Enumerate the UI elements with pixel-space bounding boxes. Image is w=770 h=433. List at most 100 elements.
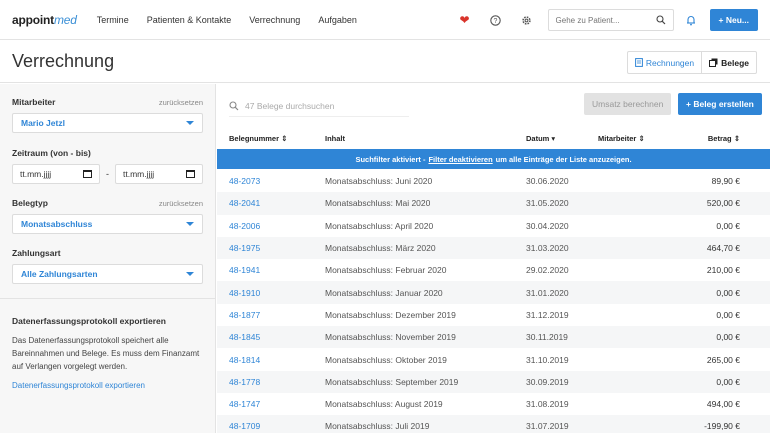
row-datum: 31.12.2019 [526, 309, 569, 320]
row-betrag: 0,00 € [716, 332, 740, 343]
belegnummer-link[interactable]: 48-1975 [229, 243, 260, 253]
calendar-icon[interactable] [186, 170, 195, 178]
chevron-down-icon [186, 121, 194, 125]
table-row[interactable]: 48-1975 Monatsabschluss: März 2020 31.03.2… [217, 236, 770, 260]
gear-icon[interactable] [516, 9, 538, 31]
heart-icon[interactable]: ❤ [454, 9, 476, 31]
divider [0, 298, 216, 299]
belegtyp-select[interactable]: Monatsabschluss [12, 214, 203, 234]
belegnummer-link[interactable]: 48-2073 [229, 176, 260, 186]
app-logo[interactable]: appointmed [12, 13, 77, 27]
mitarbeiter-label: Mitarbeiter [12, 97, 56, 107]
belegnummer-link[interactable]: 48-1709 [229, 421, 260, 431]
svg-text:?: ? [494, 18, 498, 25]
table-row[interactable]: 48-1709 Monatsabschluss: Juli 2019 31.07.2… [217, 415, 770, 433]
patient-search-input[interactable] [547, 9, 674, 31]
help-icon[interactable]: ? [485, 9, 507, 31]
search-icon [655, 15, 665, 25]
row-datum: 31.01.2020 [526, 287, 569, 298]
table-row[interactable]: 48-1845 Monatsabschluss: November 2019 30.… [217, 326, 770, 349]
row-inhalt: Monatsabschluss: Januar 2020 [325, 287, 443, 298]
date-to-input[interactable]: tt.mm.jjjj [115, 164, 203, 184]
nav-patienten-kontakte[interactable]: Patienten & Kontakte [147, 15, 232, 25]
calendar-icon[interactable] [83, 170, 92, 178]
table-row[interactable]: 48-1941 Monatsabschluss: Februar 2020 29.0… [217, 259, 770, 281]
patient-search-field[interactable] [555, 15, 636, 25]
table-row[interactable]: 48-1747 Monatsabschluss: August 2019 31.08… [217, 393, 770, 415]
col-mitarbeiter[interactable]: Mitarbeiter ⇕ [598, 134, 645, 143]
table-row[interactable]: 48-2041 Monatsabschluss: Mai 2020 31.05.20… [217, 192, 770, 215]
page-header: Verrechnung Rechnungen Belege [0, 41, 770, 83]
umsatz-berechnen-button[interactable]: Umsatz berechnen [584, 93, 672, 115]
beleg-erstellen-button[interactable]: + Beleg erstellen [678, 93, 762, 115]
mitarbeiter-select[interactable]: Mario Jetzl [12, 113, 203, 133]
col-betrag[interactable]: Betrag ⇕ [708, 134, 740, 143]
table-row[interactable]: 48-1910 Monatsabschluss: Januar 2020 31.01… [217, 281, 770, 304]
table-row[interactable]: 48-1778 Monatsabschluss: September 2019 30… [217, 370, 770, 393]
belege-table-body: 48-2073 Monatsabschluss: Juni 2020 30.06.2… [217, 170, 770, 433]
row-betrag: 464,70 € [706, 243, 740, 254]
row-inhalt: Monatsabschluss: März 2020 [325, 243, 436, 254]
belegtyp-reset-link[interactable]: zurücksetzen [159, 199, 203, 208]
row-betrag: 0,00 € [716, 309, 740, 320]
date-to-value: tt.mm.jjjj [123, 169, 155, 179]
nav-aufgaben[interactable]: Aufgaben [318, 15, 357, 25]
row-inhalt: Monatsabschluss: September 2019 [325, 376, 459, 387]
belegnummer-link[interactable]: 48-1941 [229, 265, 260, 275]
row-betrag: 210,00 € [706, 265, 740, 276]
row-datum: 30.06.2020 [526, 176, 569, 187]
belege-search-placeholder: 47 Belege durchsuchen [245, 100, 335, 111]
zahlungsart-value: Alle Zahlungsarten [21, 269, 98, 279]
belege-search-input[interactable]: 47 Belege durchsuchen [229, 95, 409, 117]
belegnummer-link[interactable]: 48-1747 [229, 399, 260, 409]
row-inhalt: Monatsabschluss: August 2019 [325, 399, 443, 410]
filter-deaktivieren-link[interactable]: Filter deaktivieren [428, 155, 492, 164]
nav-termine[interactable]: Termine [97, 15, 129, 25]
tab-belege[interactable]: Belege [702, 52, 756, 73]
belegnummer-link[interactable]: 48-1778 [229, 377, 260, 387]
belegnummer-link[interactable]: 48-1910 [229, 288, 260, 298]
banner-text-post: um alle Einträge der Liste anzuzeigen. [495, 154, 632, 164]
row-inhalt: Monatsabschluss: Dezember 2019 [325, 309, 456, 320]
filter-banner: Suchfilter aktiviert - Filter deaktivier… [217, 149, 770, 169]
row-datum: 30.11.2019 [526, 332, 568, 343]
main-content: 47 Belege durchsuchen Umsatz berechnen +… [217, 84, 770, 433]
table-row[interactable]: 48-1814 Monatsabschluss: Oktober 2019 31.1… [217, 348, 770, 370]
row-betrag: 265,00 € [706, 354, 740, 365]
belegnummer-link[interactable]: 48-1845 [229, 332, 260, 342]
belegnummer-link[interactable]: 48-1814 [229, 355, 260, 365]
belegnummer-link[interactable]: 48-1877 [229, 310, 260, 320]
col-belegnummer[interactable]: Belegnummer ⇕ [229, 134, 287, 143]
belegnummer-link[interactable]: 48-2006 [229, 221, 260, 231]
row-betrag: 494,00 € [706, 399, 740, 410]
row-betrag: -199,90 € [704, 421, 740, 432]
belegtyp-value: Monatsabschluss [21, 219, 93, 229]
export-description: Das Datenerfassungsprotokoll speichert a… [12, 336, 200, 371]
mitarbeiter-reset-link[interactable]: zurücksetzen [159, 98, 203, 107]
nav-verrechnung[interactable]: Verrechnung [249, 15, 300, 25]
chevron-down-icon [186, 222, 194, 226]
date-from-input[interactable]: tt.mm.jjjj [12, 164, 100, 184]
bell-icon[interactable] [680, 9, 702, 31]
tab-rechnungen[interactable]: Rechnungen [628, 52, 703, 73]
row-datum: 31.07.2019 [526, 421, 569, 432]
row-betrag: 520,00 € [706, 198, 740, 209]
new-button[interactable]: + Neu... [709, 9, 758, 31]
table-header: Belegnummer ⇕ Inhalt Datum ▾ Mitarbeiter… [217, 128, 770, 150]
belegnummer-link[interactable]: 48-2041 [229, 198, 260, 208]
top-navbar: appointmed Termine Patienten & Kontakte … [0, 0, 770, 40]
row-inhalt: Monatsabschluss: November 2019 [325, 332, 456, 343]
row-inhalt: Monatsabschluss: Juni 2020 [325, 176, 433, 187]
page-title: Verrechnung [12, 51, 115, 71]
view-toggle: Rechnungen Belege [626, 51, 757, 74]
export-heading: Datenerfassungsprotokoll exportieren [12, 316, 166, 326]
table-row[interactable]: 48-2073 Monatsabschluss: Juni 2020 30.06.2… [217, 170, 770, 192]
table-row[interactable]: 48-2006 Monatsabschluss: April 2020 30.04.… [217, 215, 770, 237]
zahlungsart-select[interactable]: Alle Zahlungsarten [12, 264, 203, 284]
row-inhalt: Monatsabschluss: Mai 2020 [325, 198, 431, 209]
export-link[interactable]: Datenerfassungsprotokoll exportieren [12, 381, 203, 390]
document-icon [635, 58, 643, 67]
col-datum[interactable]: Datum ▾ [526, 134, 555, 143]
row-datum: 31.05.2020 [526, 198, 569, 209]
table-row[interactable]: 48-1877 Monatsabschluss: Dezember 2019 31.… [217, 304, 770, 326]
